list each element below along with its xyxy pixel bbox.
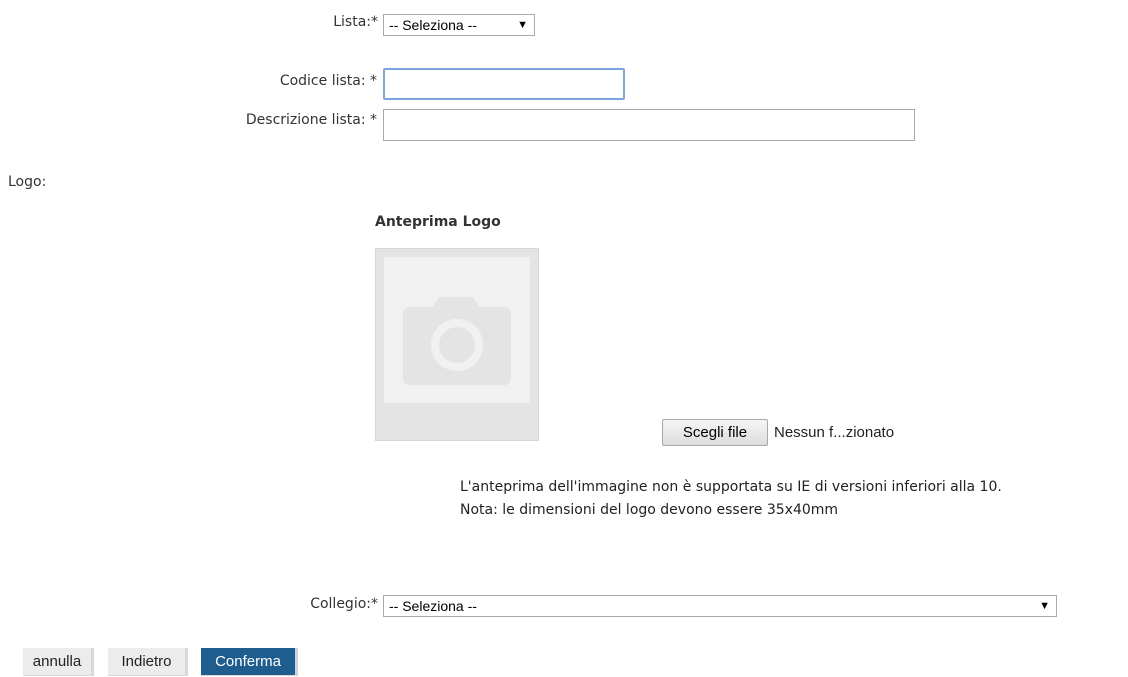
indietro-button[interactable]: Indietro [108, 648, 188, 676]
preview-title: Anteprima Logo [375, 214, 501, 230]
collegio-select[interactable]: -- Seleziona -- ▼ [383, 595, 1057, 617]
dropdown-arrow-icon: ▼ [517, 19, 528, 31]
file-name-text: Nessun f...zionato [774, 424, 895, 441]
collegio-label: Collegio:* [310, 596, 378, 612]
codice-lista-input[interactable] [383, 68, 625, 100]
logo-preview [375, 248, 539, 441]
logo-label: Logo: [8, 174, 47, 190]
preview-note: L'anteprima dell'immagine non è supporta… [460, 479, 1002, 495]
annulla-button[interactable]: annulla [23, 648, 94, 676]
logo-preview-placeholder [384, 257, 530, 403]
choose-file-button[interactable]: Scegli file [662, 419, 768, 446]
logo-size-note: Nota: le dimensioni del logo devono esse… [460, 502, 839, 518]
dropdown-arrow-icon: ▼ [1039, 600, 1050, 612]
lista-select[interactable]: -- Seleziona -- ▼ [383, 14, 535, 36]
lista-label: Lista:* [333, 14, 378, 30]
camera-icon [403, 297, 511, 385]
descrizione-lista-label: Descrizione lista: * [245, 112, 377, 128]
descrizione-lista-input[interactable] [383, 109, 915, 141]
lista-select-value: -- Seleziona -- [389, 17, 477, 33]
codice-lista-label: Codice lista: * [279, 73, 377, 89]
collegio-select-value: -- Seleziona -- [389, 598, 477, 614]
conferma-button[interactable]: Conferma [201, 648, 298, 676]
